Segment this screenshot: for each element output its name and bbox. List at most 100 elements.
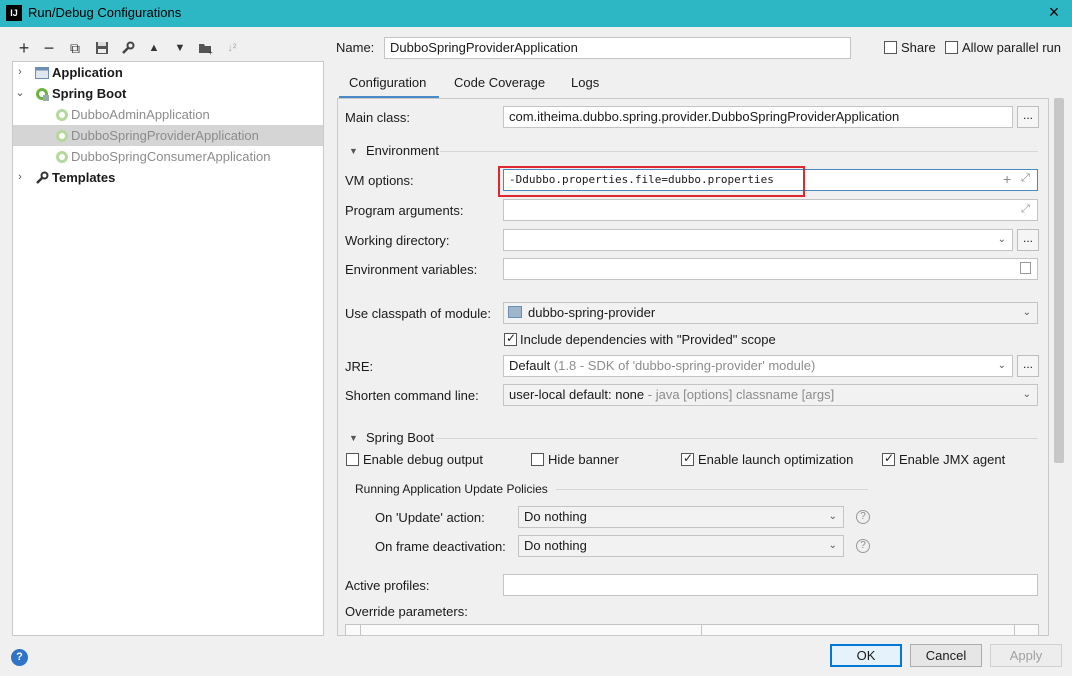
jre-label: JRE: [345,359,374,374]
enable-debug-checkbox[interactable] [346,453,359,466]
section-collapse-icon[interactable]: ▼ [349,146,358,156]
copy-icon[interactable]: ⧉ [65,38,85,58]
spring-boot-icon [55,107,69,121]
title-bar: IJ Run/Debug Configurations × [0,0,1072,27]
help-icon[interactable]: ? [856,539,870,553]
expand-arrow-icon[interactable]: › [14,62,26,83]
close-icon[interactable]: × [1044,2,1064,23]
tree-item-dubbo-admin[interactable]: DubboAdminApplication [13,104,323,125]
browse-button[interactable]: ... [1017,355,1039,377]
tree-item-application[interactable]: › Application [13,62,323,83]
wrench-icon [35,170,49,184]
intellij-icon: IJ [6,5,22,21]
expand-arrow-icon[interactable]: › [14,167,26,188]
tab-logs[interactable]: Logs [571,75,599,99]
environment-variables-field[interactable] [503,258,1038,280]
add-icon[interactable]: + [14,38,34,58]
share-checkbox[interactable] [884,41,897,54]
chevron-down-icon[interactable]: ⌄ [998,356,1006,376]
classpath-label: Use classpath of module: [345,306,491,321]
chevron-down-icon[interactable]: ⌄ [829,536,837,556]
tree-item-label: Application [52,65,123,80]
working-directory-field[interactable]: ⌄ [503,229,1013,251]
window-title: Run/Debug Configurations [28,5,182,20]
configuration-tree: › Application ⌄ Spring Boot DubboAdminAp… [12,61,324,636]
hide-banner-checkbox[interactable] [531,453,544,466]
spring-boot-section-title: Spring Boot [366,430,434,445]
browse-button[interactable]: ... [1017,229,1039,251]
name-label: Name: [336,40,375,55]
add-icon[interactable]: + [1003,171,1011,187]
jmx-agent-checkbox[interactable] [882,451,895,466]
on-frame-label: On frame deactivation: [375,539,506,554]
chevron-down-icon[interactable]: ⌄ [1023,385,1031,405]
tab-configuration[interactable]: Configuration [339,75,439,99]
jmx-agent-label: Enable JMX agent [899,452,1006,467]
spring-boot-icon [55,149,69,163]
move-down-icon[interactable]: ▼ [170,38,190,58]
chevron-down-icon[interactable]: ⌄ [829,507,837,527]
help-icon[interactable]: ? [856,510,870,524]
share-label: Share [901,40,936,55]
tree-item-label: DubboAdminApplication [71,107,210,122]
apply-button[interactable]: Apply [990,644,1062,667]
remove-icon[interactable]: − [39,38,59,58]
override-parameters-table[interactable] [345,624,1039,635]
jre-value: Default [509,358,551,373]
environment-section-title: Environment [366,143,439,158]
main-class-label: Main class: [345,110,411,125]
document-icon[interactable] [1020,262,1031,274]
active-profiles-field[interactable] [503,574,1038,596]
cancel-button[interactable]: Cancel [910,644,982,667]
on-update-combo[interactable]: Do nothing ⌄ [518,506,844,528]
name-field[interactable]: DubboSpringProviderApplication [384,37,851,59]
classpath-value: dubbo-spring-provider [528,305,656,320]
section-divider [436,438,1038,439]
include-dependencies-checkbox[interactable] [504,331,517,346]
launch-optimization-label: Enable launch optimization [698,452,854,467]
sort-icon: ↓² [227,42,237,54]
collapse-arrow-icon[interactable]: ⌄ [14,83,26,104]
active-profiles-label: Active profiles: [345,578,430,593]
on-frame-combo[interactable]: Do nothing ⌄ [518,535,844,557]
tree-item-label: Spring Boot [52,86,127,101]
ok-button[interactable]: OK [830,644,902,667]
on-update-label: On 'Update' action: [375,510,485,525]
tree-item-spring-boot[interactable]: ⌄ Spring Boot [13,83,323,104]
allow-parallel-checkbox[interactable] [945,41,958,54]
section-collapse-icon[interactable]: ▼ [349,433,358,443]
tree-item-dubbo-consumer[interactable]: DubboSpringConsumerApplication [13,146,323,167]
chevron-down-icon[interactable]: ⌄ [998,230,1006,250]
browse-button[interactable]: ... [1017,106,1039,128]
working-directory-label: Working directory: [345,233,450,248]
jre-combo[interactable]: Default (1.8 - SDK of 'dubbo-spring-prov… [503,355,1013,377]
on-frame-value: Do nothing [524,538,587,553]
classpath-combo[interactable]: dubbo-spring-provider ⌄ [503,302,1038,324]
move-up-icon[interactable]: ▲ [144,38,164,58]
expand-icon[interactable]: ⤢ [1021,203,1030,216]
launch-optimization-checkbox[interactable] [681,451,694,466]
tab-code-coverage[interactable]: Code Coverage [454,75,545,99]
wrench-icon[interactable] [118,38,138,58]
update-policies-title: Running Application Update Policies [355,482,548,496]
shorten-command-line-combo[interactable]: user-local default: none - java [options… [503,384,1038,406]
vm-options-label: VM options: [345,173,414,188]
on-update-value: Do nothing [524,509,587,524]
shorten-hint: - java [options] classname [args] [647,387,835,402]
tree-item-templates[interactable]: › Templates [13,167,323,188]
vertical-scrollbar[interactable] [1054,98,1064,463]
chevron-down-icon[interactable]: ⌄ [1023,303,1031,323]
program-arguments-field[interactable] [503,199,1038,221]
tree-item-dubbo-provider[interactable]: DubboSpringProviderApplication [13,125,323,146]
shorten-value: user-local default: none [509,387,645,402]
help-icon[interactable]: ? [11,649,28,666]
enable-debug-label: Enable debug output [363,452,483,467]
highlight-box [498,166,805,197]
main-class-field[interactable]: com.itheima.dubbo.spring.provider.DubboS… [503,106,1013,128]
svg-text:+: + [208,48,213,55]
new-folder-icon[interactable]: + [196,38,216,58]
expand-icon[interactable]: ⤢ [1021,172,1030,185]
save-icon[interactable] [92,38,112,58]
program-arguments-label: Program arguments: [345,203,464,218]
hide-banner-label: Hide banner [548,452,619,467]
